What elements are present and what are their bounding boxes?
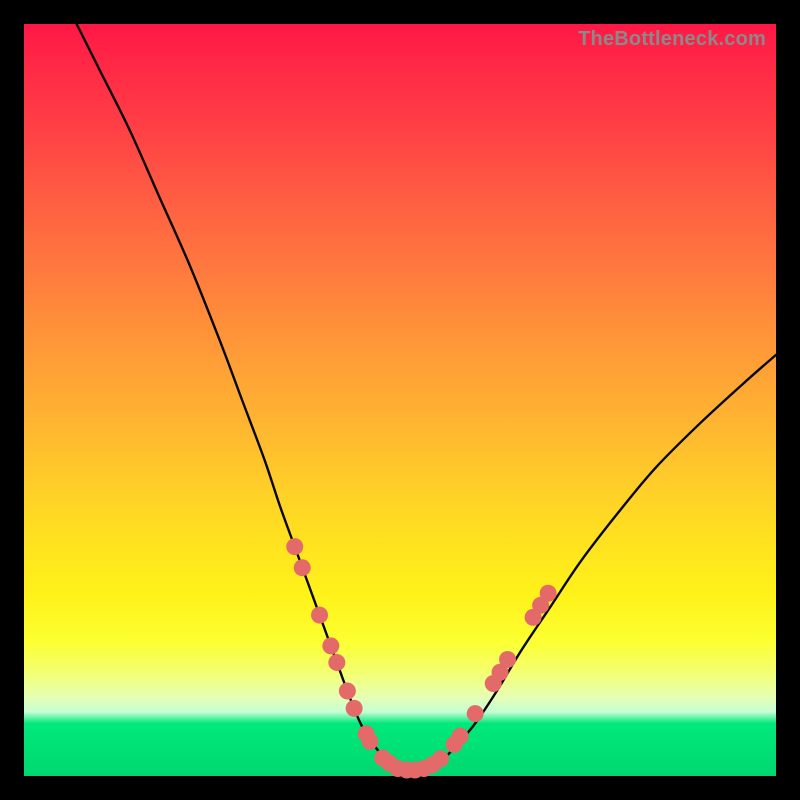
highlight-dot <box>346 700 363 717</box>
highlight-dot <box>452 728 469 745</box>
chart-frame: TheBottleneck.com <box>24 24 776 776</box>
highlight-dot <box>339 683 356 700</box>
highlight-dot <box>540 585 557 602</box>
highlight-dot <box>286 538 303 555</box>
highlight-dot <box>467 705 484 722</box>
highlight-dot <box>322 637 339 654</box>
highlight-dot <box>361 733 378 750</box>
chart-svg <box>24 24 776 776</box>
highlight-dot <box>328 654 345 671</box>
highlight-dot <box>432 750 449 767</box>
highlight-dot <box>499 651 516 668</box>
highlight-dot <box>294 559 311 576</box>
highlight-dot <box>311 607 328 624</box>
bottleneck-curve <box>77 24 776 771</box>
